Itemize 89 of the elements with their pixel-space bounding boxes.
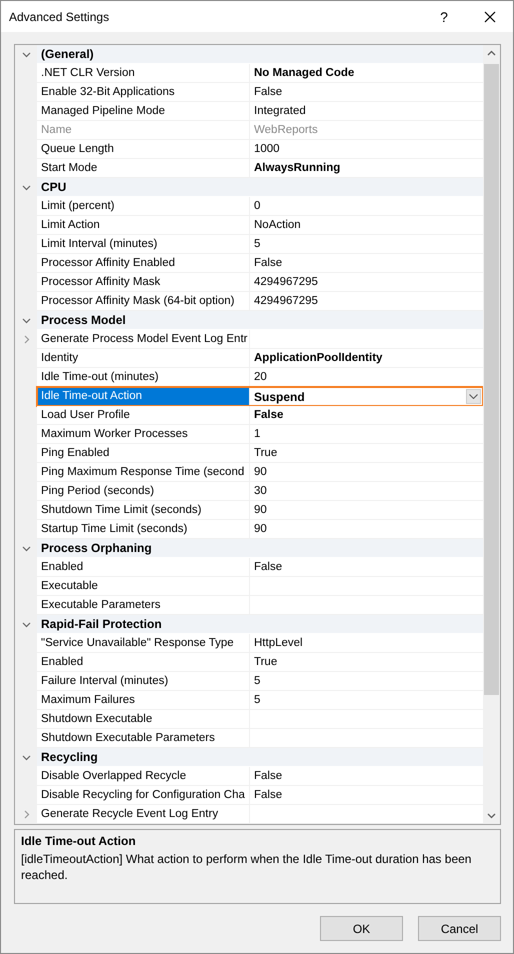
category-header[interactable]: CPU bbox=[37, 178, 483, 197]
property-value: 0 bbox=[254, 200, 260, 212]
property-value: ApplicationPoolIdentity bbox=[254, 352, 382, 364]
property-value: 30 bbox=[254, 485, 267, 497]
property-value: False bbox=[254, 409, 284, 421]
property-name[interactable]: "Service Unavailable" Response Type bbox=[37, 634, 250, 653]
property-name[interactable]: Shutdown Executable Parameters bbox=[37, 729, 250, 748]
property-name[interactable]: Ping Period (seconds) bbox=[37, 482, 250, 501]
property-value: AlwaysRunning bbox=[254, 162, 340, 174]
property-name[interactable]: Enabled bbox=[37, 558, 250, 577]
property-value: True bbox=[254, 447, 278, 459]
chevron-right-icon[interactable] bbox=[22, 810, 30, 819]
property-name[interactable]: Processor Affinity Mask (64-bit option) bbox=[37, 292, 250, 311]
category-header[interactable]: Process Orphaning bbox=[37, 539, 483, 558]
property-name[interactable]: Processor Affinity Mask bbox=[37, 273, 250, 292]
chevron-down-icon[interactable] bbox=[22, 544, 30, 553]
property-value: 4294967295 bbox=[254, 295, 318, 307]
property-name[interactable]: Shutdown Executable bbox=[37, 710, 250, 729]
property-name[interactable]: Start Mode bbox=[37, 159, 250, 178]
property-name[interactable]: Disable Recycling for Configuration Cha bbox=[37, 786, 250, 805]
property-name[interactable]: Ping Maximum Response Time (second bbox=[37, 463, 250, 482]
dropdown-button[interactable] bbox=[466, 389, 481, 404]
ok-button[interactable]: OK bbox=[320, 916, 403, 941]
property-name[interactable]: Enabled bbox=[37, 653, 250, 672]
property-name[interactable]: Shutdown Time Limit (seconds) bbox=[37, 501, 250, 520]
property-name[interactable]: Generate Recycle Event Log Entry bbox=[37, 805, 250, 824]
chevron-down-icon[interactable] bbox=[22, 316, 30, 325]
property-value: 90 bbox=[254, 523, 267, 535]
property-name[interactable]: Maximum Worker Processes bbox=[37, 425, 250, 444]
property-value: NoAction bbox=[254, 219, 301, 231]
property-value: 20 bbox=[254, 371, 267, 383]
close-icon bbox=[484, 10, 496, 22]
property-name[interactable]: Startup Time Limit (seconds) bbox=[37, 520, 250, 539]
property-value: False bbox=[254, 257, 282, 269]
property-value: False bbox=[254, 561, 282, 573]
property-value: 5 bbox=[254, 694, 260, 706]
property-value: 1 bbox=[254, 428, 260, 440]
chevron-down-icon[interactable] bbox=[22, 753, 30, 762]
property-value: 1000 bbox=[254, 143, 280, 155]
property-value: Suspend bbox=[254, 390, 306, 404]
category-header[interactable]: Rapid-Fail Protection bbox=[37, 615, 483, 634]
property-value: No Managed Code bbox=[254, 67, 354, 79]
caret-icon bbox=[469, 394, 478, 399]
property-value: 5 bbox=[254, 675, 260, 687]
window-title: Advanced Settings bbox=[9, 10, 110, 24]
property-name[interactable]: Managed Pipeline Mode bbox=[37, 102, 250, 121]
property-name[interactable]: Limit Action bbox=[37, 216, 250, 235]
property-name[interactable]: Limit Interval (minutes) bbox=[37, 235, 250, 254]
property-name[interactable]: Enable 32-Bit Applications bbox=[37, 83, 250, 102]
category-header[interactable]: Recycling bbox=[37, 748, 483, 767]
property-value: WebReports bbox=[254, 124, 318, 136]
chevron-down-icon[interactable] bbox=[22, 50, 30, 59]
property-value: 90 bbox=[254, 466, 267, 478]
property-name[interactable]: Failure Interval (minutes) bbox=[37, 672, 250, 691]
property-name[interactable]: Generate Process Model Event Log Entr bbox=[37, 330, 250, 349]
property-name[interactable]: Identity bbox=[37, 349, 250, 368]
property-name[interactable]: Processor Affinity Enabled bbox=[37, 254, 250, 273]
property-name[interactable]: Executable Parameters bbox=[37, 596, 250, 615]
category-header[interactable]: Process Model bbox=[37, 311, 483, 330]
cancel-button[interactable]: Cancel bbox=[418, 916, 501, 941]
property-name: Idle Time-out Action bbox=[37, 387, 250, 406]
property-name[interactable]: Executable bbox=[37, 577, 250, 596]
chevron-right-icon[interactable] bbox=[22, 335, 30, 344]
selected-property-row[interactable]: Idle Time-out Action Suspend bbox=[37, 387, 483, 406]
category-header[interactable]: (General) bbox=[37, 45, 483, 64]
property-name[interactable]: Maximum Failures bbox=[37, 691, 250, 710]
chevron-down-icon[interactable] bbox=[22, 183, 30, 192]
property-value: False bbox=[254, 86, 282, 98]
property-value: Integrated bbox=[254, 105, 306, 117]
property-value: False bbox=[254, 770, 282, 782]
property-name[interactable]: Ping Enabled bbox=[37, 444, 250, 463]
property-name[interactable]: Disable Overlapped Recycle bbox=[37, 767, 250, 786]
property-value: 90 bbox=[254, 504, 267, 516]
chevron-down-icon[interactable] bbox=[22, 620, 30, 629]
property-value: HttpLevel bbox=[254, 637, 303, 649]
help-button[interactable]: ? bbox=[421, 1, 467, 32]
property-name[interactable]: .NET CLR Version bbox=[37, 64, 250, 83]
description-title: Idle Time-out Action bbox=[21, 834, 137, 848]
property-name[interactable]: Limit (percent) bbox=[37, 197, 250, 216]
property-value: 5 bbox=[254, 238, 260, 250]
scrollbar-thumb[interactable] bbox=[484, 64, 499, 695]
property-value-cell[interactable]: False bbox=[250, 406, 483, 425]
scrollbar[interactable] bbox=[483, 45, 500, 824]
property-name[interactable]: Load User Profile bbox=[37, 406, 250, 425]
property-value: 4294967295 bbox=[254, 276, 318, 288]
property-value: False bbox=[254, 789, 282, 801]
property-value: True bbox=[254, 656, 278, 668]
property-name[interactable]: Queue Length bbox=[37, 140, 250, 159]
description-text: [idleTimeoutAction] What action to perform when the Idle Time-out duration has been reached. bbox=[21, 851, 472, 883]
